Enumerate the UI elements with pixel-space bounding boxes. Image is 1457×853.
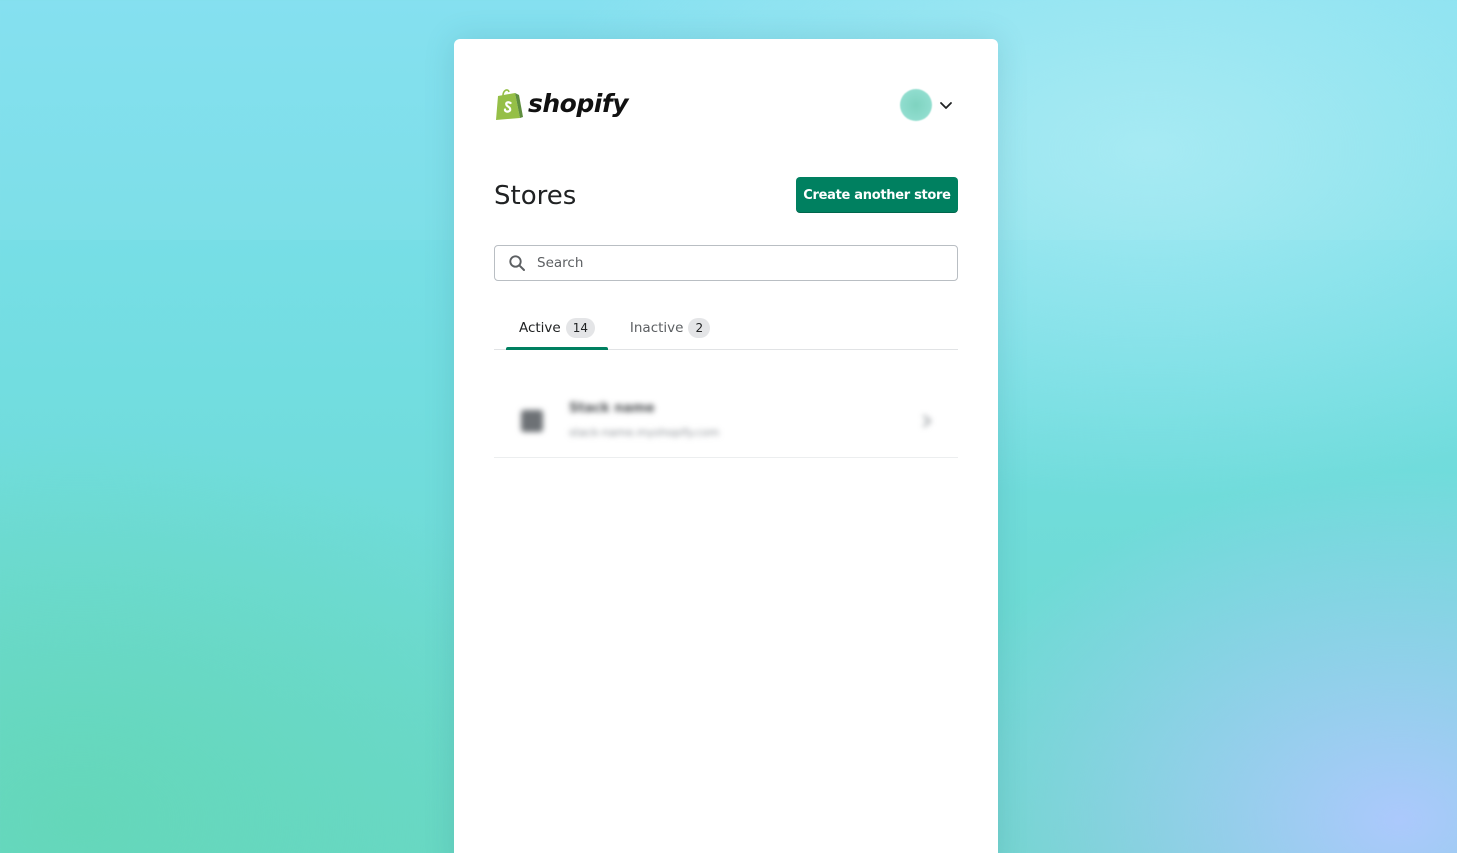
chevron-right-icon xyxy=(923,415,931,427)
store-domain: stack-name.myshopify.com xyxy=(569,426,720,439)
avatar[interactable] xyxy=(900,89,932,121)
store-selector-card: shopify Stores Create another store Acti… xyxy=(454,39,998,853)
tab-active-label: Active xyxy=(518,320,561,336)
search-icon xyxy=(509,255,525,271)
create-another-store-button[interactable]: Create another store xyxy=(796,177,958,213)
tab-active[interactable]: Active 14 xyxy=(506,307,608,350)
tab-inactive-count-badge: 2 xyxy=(688,318,711,338)
search-field[interactable] xyxy=(494,245,958,281)
account-menu[interactable] xyxy=(900,89,954,121)
store-status-tabs: Active 14 Inactive 2 xyxy=(494,307,958,350)
tab-inactive-label: Inactive xyxy=(629,320,684,336)
tab-active-count-badge: 14 xyxy=(565,318,596,338)
search-input[interactable] xyxy=(535,254,939,272)
shopify-wordmark: shopify xyxy=(528,89,629,118)
shopify-bag-icon xyxy=(496,89,523,120)
page-title: Stores xyxy=(494,181,577,211)
shopify-logo[interactable]: shopify xyxy=(494,86,629,122)
store-list-item-content: Stack name stack-name.myshopify.com xyxy=(494,385,958,457)
chevron-down-icon[interactable] xyxy=(938,97,954,113)
store-list-item[interactable]: Stack name stack-name.myshopify.com xyxy=(494,385,958,458)
tab-active-underline xyxy=(506,347,608,350)
store-icon xyxy=(521,410,543,432)
tab-inactive[interactable]: Inactive 2 xyxy=(617,307,723,349)
store-name: Stack name xyxy=(569,401,655,416)
